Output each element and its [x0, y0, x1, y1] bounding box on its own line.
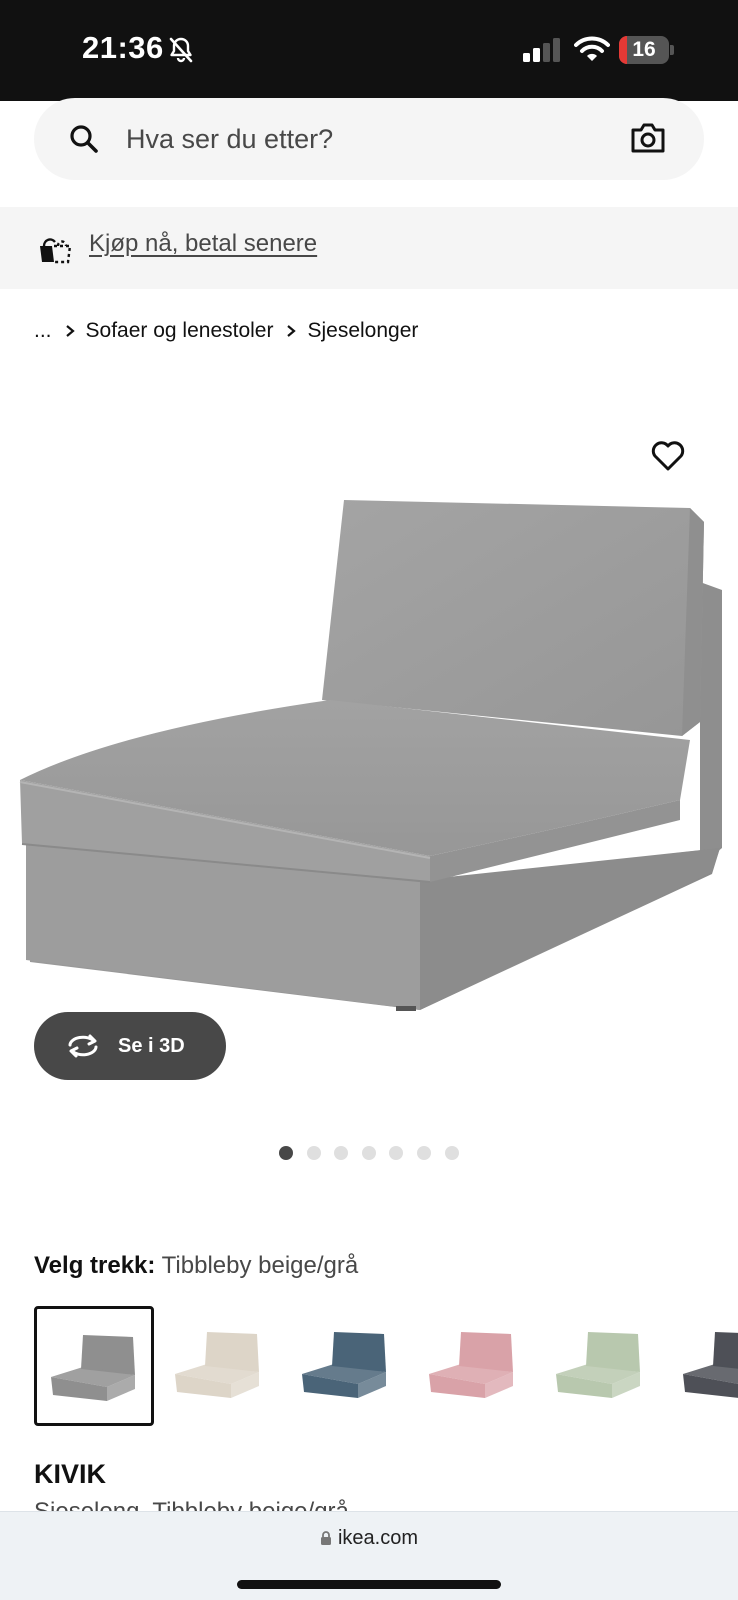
product-name: KIVIK: [34, 1459, 107, 1489]
gallery-dot[interactable]: [334, 1146, 349, 1160]
cover-swatch-list: [34, 1306, 738, 1426]
product-description: Sjeselong, Tibbleby beige/grå: [34, 1499, 349, 1511]
chevron-right-icon: [65, 325, 75, 337]
cover-swatch[interactable]: [34, 1306, 154, 1426]
cover-label: Velg trekk:: [34, 1252, 156, 1279]
status-bar: 21:36 16: [0, 0, 738, 101]
favorite-heart-icon[interactable]: [651, 440, 685, 472]
view-3d-label: Se i 3D: [118, 1034, 185, 1057]
url-field[interactable]: ikea.com: [0, 1524, 738, 1552]
bell-muted-icon: [169, 37, 193, 63]
shopping-bag-dotted-icon: [40, 238, 72, 264]
battery-level: 16: [632, 38, 656, 61]
gallery-dot[interactable]: [416, 1146, 431, 1160]
pay-later-link[interactable]: Kjøp nå, betal senere: [89, 230, 317, 258]
url-text: ikea.com: [337, 1526, 419, 1549]
home-indicator[interactable]: [237, 1580, 501, 1589]
wifi-icon: [574, 36, 610, 61]
gallery-pagination-dots: [279, 1146, 472, 1160]
gallery-dot[interactable]: [361, 1146, 376, 1160]
search-icon[interactable]: [67, 122, 101, 156]
rotate-3d-icon: [68, 1034, 98, 1058]
cover-swatch[interactable]: [161, 1306, 281, 1426]
chevron-right-icon: [287, 325, 297, 337]
product-image-chaise-longue[interactable]: [0, 390, 738, 1090]
browser-address-bar: ikea.com: [0, 1511, 738, 1600]
gallery-dot[interactable]: [306, 1146, 321, 1160]
camera-icon[interactable]: [630, 121, 666, 155]
cover-swatch[interactable]: [542, 1306, 662, 1426]
gallery-dot[interactable]: [444, 1146, 459, 1160]
cover-swatch[interactable]: [669, 1306, 738, 1426]
breadcrumb-ellipsis[interactable]: ...: [34, 319, 52, 343]
search-input[interactable]: [126, 118, 596, 160]
gallery-dot[interactable]: [389, 1146, 404, 1160]
lock-icon: [320, 1530, 331, 1545]
battery-indicator: 16: [619, 36, 674, 64]
product-description-clip: Sjeselong, Tibbleby beige/grå: [34, 1499, 349, 1511]
view-3d-button[interactable]: Se i 3D: [34, 1012, 226, 1080]
cover-selection: Velg trekk: Tibbleby beige/grå: [34, 1252, 358, 1280]
cover-swatch[interactable]: [288, 1306, 408, 1426]
status-time: 21:36: [82, 30, 164, 65]
breadcrumb-item-sofas[interactable]: Sofaer og lenestoler: [86, 319, 274, 343]
cellular-signal-icon: [523, 38, 560, 62]
search-bar[interactable]: [34, 98, 704, 180]
cover-swatch[interactable]: [415, 1306, 535, 1426]
breadcrumb-item-chaise[interactable]: Sjeselonger: [307, 319, 418, 343]
cover-value: Tibbleby beige/grå: [161, 1252, 359, 1279]
pay-later-banner: Kjøp nå, betal senere: [0, 207, 738, 289]
breadcrumb: ... Sofaer og lenestoler Sjeselonger: [34, 316, 418, 346]
gallery-dot[interactable]: [279, 1146, 293, 1160]
